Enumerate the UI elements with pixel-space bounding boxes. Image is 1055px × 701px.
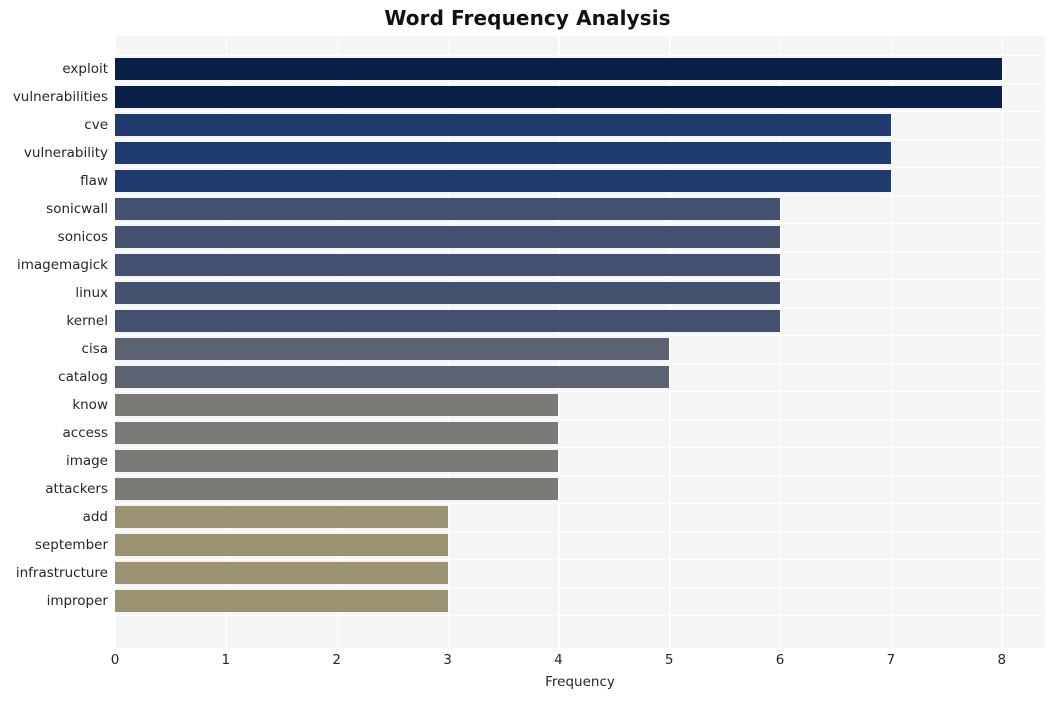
- bar: [115, 450, 559, 472]
- bar: [115, 394, 559, 416]
- bar: [115, 478, 559, 500]
- bar: [115, 170, 891, 192]
- x-axis-tick-label: 2: [332, 652, 341, 668]
- gridline-horizontal: [115, 251, 1045, 253]
- gridline-horizontal: [115, 587, 1045, 589]
- gridline-horizontal: [115, 55, 1045, 57]
- bar: [115, 338, 670, 360]
- x-axis-tick-label: 1: [221, 652, 231, 668]
- gridline-horizontal: [115, 475, 1045, 477]
- bar: [115, 198, 781, 220]
- y-axis-tick-label: imagemagick: [16, 257, 108, 273]
- y-axis-tick-label: add: [82, 509, 108, 525]
- gridline-horizontal: [115, 335, 1045, 337]
- gridline-horizontal: [115, 615, 1045, 617]
- bar: [115, 254, 781, 276]
- chart-figure: Word Frequency Analysis exploit vulnerabi…: [0, 0, 1055, 701]
- bar: [115, 366, 670, 388]
- y-axis-tick-label: image: [65, 453, 108, 469]
- plot-area: [115, 36, 1045, 648]
- bar: [115, 226, 781, 248]
- bar: [115, 590, 448, 612]
- y-axis-tick-label: cve: [84, 117, 108, 133]
- gridline-horizontal: [115, 111, 1045, 113]
- gridline-horizontal: [115, 419, 1045, 421]
- gridline-horizontal: [115, 223, 1045, 225]
- y-axis-tick-label: attackers: [45, 481, 108, 497]
- y-axis-tick-label: improper: [46, 593, 108, 609]
- bar: [115, 282, 781, 304]
- bar: [115, 86, 1002, 108]
- bar: [115, 310, 781, 332]
- bar: [115, 506, 448, 528]
- y-axis-tick-label: linux: [75, 285, 108, 301]
- x-axis-tick-label: 4: [554, 652, 563, 668]
- x-axis-tick-label: 6: [775, 652, 785, 668]
- gridline-vertical: [890, 36, 893, 648]
- x-axis-title: Frequency: [545, 674, 615, 690]
- x-axis-tick-label: 3: [443, 652, 452, 668]
- y-axis-tick-label: infrastructure: [15, 565, 108, 581]
- gridline-horizontal: [115, 391, 1045, 393]
- y-axis-tick-label: exploit: [62, 61, 108, 77]
- gridline-horizontal: [115, 531, 1045, 533]
- bar: [115, 114, 891, 136]
- y-axis-tick-label: september: [34, 537, 108, 553]
- gridline-horizontal: [115, 139, 1045, 141]
- x-axis-tick-label: 7: [886, 652, 896, 668]
- x-axis-tick-labels: 0 1 2 3 4 5 6 7 8: [111, 652, 1045, 674]
- y-axis-tick-label: know: [72, 397, 108, 413]
- bar: [115, 142, 891, 164]
- y-axis-tick-label: cisa: [81, 341, 108, 357]
- x-axis-tick-label: 0: [110, 652, 120, 668]
- gridline-horizontal: [115, 307, 1045, 309]
- bar: [115, 534, 448, 556]
- chart-title: Word Frequency Analysis: [384, 6, 671, 30]
- bar: [115, 422, 559, 444]
- gridline-horizontal: [115, 167, 1045, 169]
- y-axis-tick-label: sonicos: [57, 229, 108, 245]
- y-axis-tick-labels: exploit vulnerabilities cve vulnerability fl…: [0, 36, 108, 648]
- gridline-vertical: [1001, 36, 1004, 648]
- y-axis-tick-label: kernel: [66, 313, 108, 329]
- gridline-horizontal: [115, 363, 1045, 365]
- y-axis-tick-label: access: [62, 425, 109, 441]
- y-axis-tick-label: vulnerabilities: [12, 89, 108, 105]
- gridline-horizontal: [115, 447, 1045, 449]
- gridline-horizontal: [115, 279, 1045, 281]
- y-axis-tick-label: flaw: [80, 173, 108, 189]
- bar: [115, 562, 448, 584]
- x-axis-tick-label: 5: [664, 652, 674, 668]
- gridline-horizontal: [115, 83, 1045, 85]
- gridline-horizontal: [115, 503, 1045, 505]
- gridline-horizontal: [115, 195, 1045, 197]
- y-axis-tick-label: vulnerability: [23, 145, 108, 161]
- y-axis-tick-label: catalog: [58, 369, 108, 385]
- bar: [115, 58, 1002, 80]
- y-axis-tick-label: sonicwall: [46, 201, 108, 217]
- gridline-horizontal: [115, 559, 1045, 561]
- x-axis-tick-label: 8: [997, 652, 1007, 668]
